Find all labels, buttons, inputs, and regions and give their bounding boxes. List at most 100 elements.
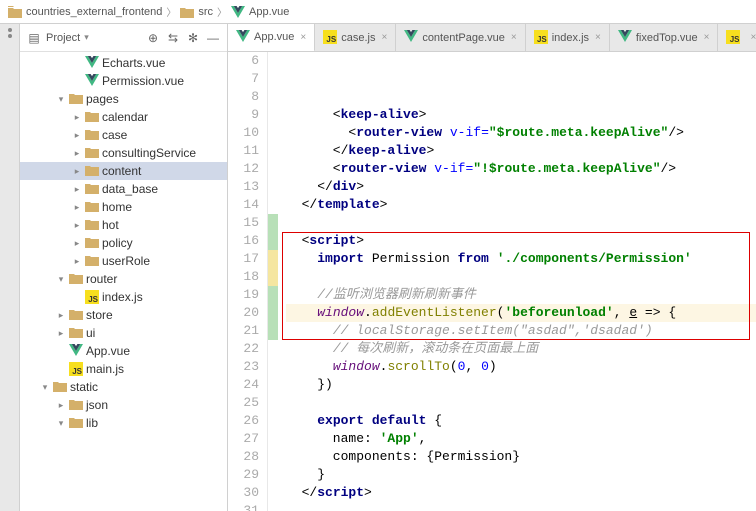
tree-item[interactable]: ▸case — [20, 126, 227, 144]
breadcrumb-seg[interactable]: App.vue — [249, 6, 289, 18]
tree-arrow-icon: ▾ — [56, 274, 66, 284]
tree-label: userRole — [102, 254, 150, 268]
close-icon[interactable]: × — [511, 32, 517, 43]
tab-label: fixedTop.vue — [636, 32, 698, 44]
tree-item[interactable]: App.vue — [20, 342, 227, 360]
tab-icon: JS — [726, 30, 740, 45]
tree-label: index.js — [102, 290, 143, 304]
tool-rail — [0, 24, 20, 511]
file-icon — [85, 200, 99, 215]
breadcrumb-seg[interactable]: countries_external_frontend — [26, 6, 162, 18]
close-icon[interactable]: × — [381, 32, 387, 43]
tab-label: case.js — [341, 32, 375, 44]
file-icon — [85, 128, 99, 143]
file-icon — [85, 236, 99, 251]
tree-arrow-icon — [56, 346, 66, 356]
tree-arrow-icon: ▸ — [72, 220, 82, 230]
tree-item[interactable]: ▾pages — [20, 90, 227, 108]
editor-tab[interactable]: contentPage.vue × — [396, 24, 525, 51]
file-icon — [69, 272, 83, 287]
tree-item[interactable]: ▾lib — [20, 414, 227, 432]
tree-label: lib — [86, 416, 98, 430]
tree-label: router — [86, 272, 117, 286]
tree-label: ui — [86, 326, 95, 340]
tree-arrow-icon: ▾ — [56, 94, 66, 104]
sidebar-title: Project — [46, 32, 80, 44]
tree-item[interactable]: ▸store — [20, 306, 227, 324]
tree-arrow-icon — [72, 58, 82, 68]
breadcrumb-seg[interactable]: src — [198, 6, 213, 18]
tree-arrow-icon: ▸ — [56, 328, 66, 338]
tree-arrow-icon: ▸ — [72, 202, 82, 212]
editor-tab[interactable]: JS × — [718, 24, 756, 51]
tree-item[interactable]: ▸ policy — [20, 234, 227, 252]
editor-tabs: App.vue× JS case.js × contentPage.vue × JS inde… — [228, 24, 756, 52]
file-icon — [69, 416, 83, 431]
close-icon[interactable]: × — [595, 32, 601, 43]
tab-icon: JS — [534, 30, 548, 45]
editor-area: App.vue× JS case.js × contentPage.vue × JS inde… — [228, 24, 756, 511]
hide-icon[interactable]: — — [205, 30, 221, 46]
file-icon — [85, 55, 99, 72]
tree-item[interactable]: JSmain.js — [20, 360, 227, 378]
tree-label: calendar — [102, 110, 148, 124]
collapse-icon[interactable]: ⇆ — [165, 30, 181, 46]
tree-item[interactable]: Echarts.vue — [20, 54, 227, 72]
file-icon — [53, 380, 67, 395]
folder-icon — [180, 5, 194, 19]
tree-item[interactable]: ▸calendar — [20, 108, 227, 126]
file-icon — [85, 146, 99, 161]
project-tree[interactable]: Echarts.vuePermission.vue▾pages▸calendar… — [20, 52, 227, 511]
tree-item[interactable]: ▸hot — [20, 216, 227, 234]
tree-item[interactable]: ▸ ui — [20, 324, 227, 342]
tree-label: App.vue — [86, 344, 130, 358]
tree-item[interactable]: ▾ router — [20, 270, 227, 288]
file-icon — [85, 73, 99, 90]
editor-tab[interactable]: JS index.js × — [526, 24, 610, 51]
close-icon[interactable]: × — [704, 32, 710, 43]
editor-tab[interactable]: fixedTop.vue × — [610, 24, 719, 51]
tree-arrow-icon: ▸ — [72, 148, 82, 158]
tree-item[interactable]: JSindex.js — [20, 288, 227, 306]
tree-label: json — [86, 398, 108, 412]
file-icon — [85, 164, 99, 179]
tree-arrow-icon: ▾ — [40, 382, 50, 392]
file-icon — [85, 254, 99, 269]
tab-label: index.js — [552, 32, 589, 44]
tree-arrow-icon: ▸ — [72, 256, 82, 266]
tree-item[interactable]: ▸content — [20, 162, 227, 180]
tree-label: consultingService — [102, 146, 196, 160]
file-icon — [85, 218, 99, 233]
file-icon: JS — [85, 290, 99, 305]
tree-arrow-icon: ▸ — [72, 184, 82, 194]
editor-tab[interactable]: JScase.js× — [315, 24, 396, 51]
gear-icon[interactable]: ✻ — [185, 30, 201, 46]
project-sidebar: ▤ Project ▾ ⊕ ⇆ ✻ — Echarts.vuePermissio… — [20, 24, 228, 511]
tree-arrow-icon: ▸ — [56, 310, 66, 320]
vue-icon — [231, 5, 245, 19]
project-view-icon[interactable]: ▤ — [26, 30, 42, 46]
folder-icon — [8, 5, 22, 19]
tree-label: home — [102, 200, 132, 214]
file-icon — [69, 308, 83, 323]
tab-label: contentPage.vue — [422, 32, 505, 44]
tree-item[interactable]: Permission.vue — [20, 72, 227, 90]
tree-item[interactable]: ▸json — [20, 396, 227, 414]
tree-item[interactable]: ▸ home — [20, 198, 227, 216]
editor-tab[interactable]: App.vue× — [228, 24, 315, 52]
code-editor[interactable]: 6789101112131415161718192021222324252627… — [228, 52, 756, 511]
close-icon[interactable]: × — [300, 32, 306, 43]
close-icon[interactable]: × — [750, 32, 756, 43]
tree-label: policy — [102, 236, 133, 250]
code-content[interactable]: <keep-alive> <router-view v-if="$route.m… — [278, 52, 756, 511]
tree-item[interactable]: ▸ userRole — [20, 252, 227, 270]
file-icon — [85, 182, 99, 197]
tree-arrow-icon: ▸ — [72, 238, 82, 248]
tree-item[interactable]: ▾static — [20, 378, 227, 396]
tree-item[interactable]: ▸ consultingService — [20, 144, 227, 162]
tab-icon — [618, 29, 632, 46]
tree-item[interactable]: ▸data_base — [20, 180, 227, 198]
target-icon[interactable]: ⊕ — [145, 30, 161, 46]
tree-label: content — [102, 164, 141, 178]
marker-column — [268, 52, 278, 511]
